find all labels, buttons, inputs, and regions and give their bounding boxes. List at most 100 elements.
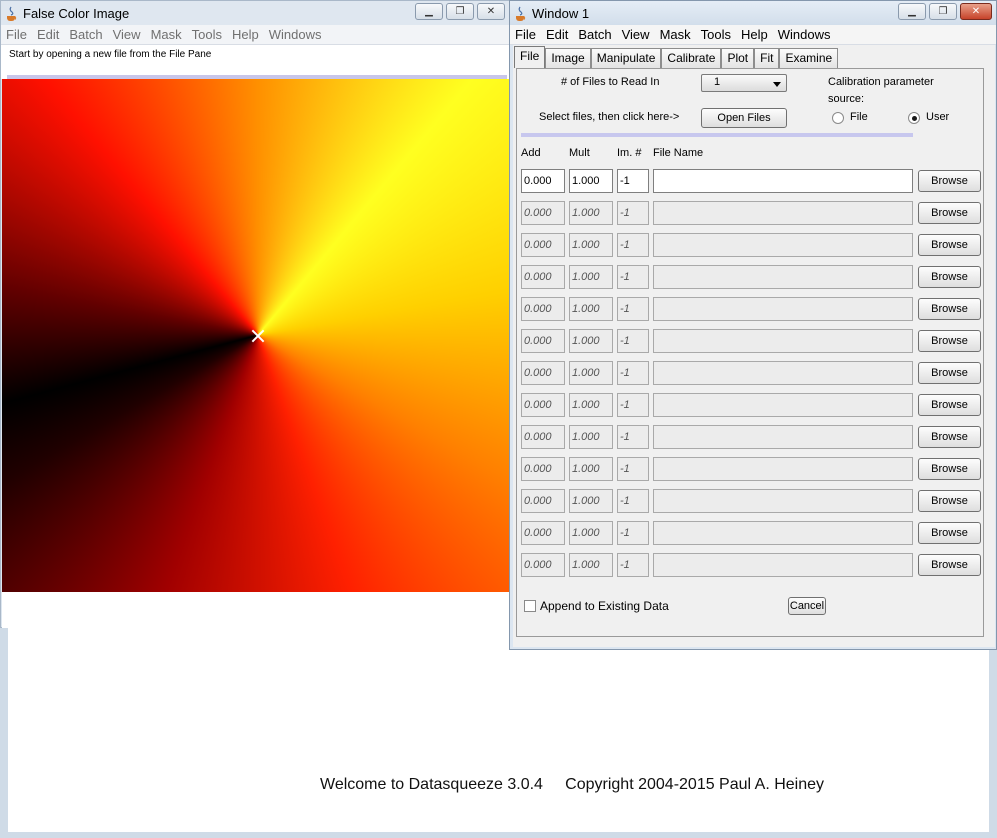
add-field[interactable]: 0.000 xyxy=(521,233,565,257)
maximize-button[interactable]: ❐ xyxy=(929,3,957,20)
open-files-button[interactable]: Open Files xyxy=(701,108,787,128)
false-color-titlebar[interactable]: False Color Image ▁ ❐ ✕ xyxy=(1,1,509,25)
image-number-field[interactable]: -1 xyxy=(617,201,649,225)
file-name-field[interactable] xyxy=(653,233,913,257)
image-number-field[interactable]: -1 xyxy=(617,265,649,289)
menu-file[interactable]: File xyxy=(1,27,32,42)
tab-file[interactable]: File xyxy=(514,46,546,68)
menu-file[interactable]: File xyxy=(510,27,541,42)
menu-batch[interactable]: Batch xyxy=(64,27,107,42)
menu-view[interactable]: View xyxy=(617,27,655,42)
mult-field[interactable]: 1.000 xyxy=(569,393,613,417)
image-number-field[interactable]: -1 xyxy=(617,297,649,321)
maximize-button[interactable]: ❐ xyxy=(446,3,474,20)
mult-field[interactable]: 1.000 xyxy=(569,521,613,545)
file-name-field[interactable] xyxy=(653,201,913,225)
image-number-field[interactable]: -1 xyxy=(617,553,649,577)
image-number-field[interactable]: -1 xyxy=(617,489,649,513)
mult-field[interactable]: 1.000 xyxy=(569,329,613,353)
radio-file[interactable] xyxy=(832,112,844,124)
file-name-field[interactable] xyxy=(653,297,913,321)
menu-windows[interactable]: Windows xyxy=(264,27,327,42)
browse-button[interactable]: Browse xyxy=(918,202,981,224)
tab-manipulate[interactable]: Manipulate xyxy=(590,48,662,68)
tab-calibrate[interactable]: Calibrate xyxy=(661,48,722,68)
menu-edit[interactable]: Edit xyxy=(541,27,573,42)
menu-help[interactable]: Help xyxy=(227,27,264,42)
close-button[interactable]: ✕ xyxy=(477,3,505,20)
menu-tools[interactable]: Tools xyxy=(696,27,736,42)
mult-field[interactable]: 1.000 xyxy=(569,233,613,257)
add-field[interactable]: 0.000 xyxy=(521,265,565,289)
menu-help[interactable]: Help xyxy=(736,27,773,42)
tab-fit[interactable]: Fit xyxy=(754,48,780,68)
minimize-button[interactable]: ▁ xyxy=(898,3,926,20)
browse-button[interactable]: Browse xyxy=(918,458,981,480)
browse-button[interactable]: Browse xyxy=(918,330,981,352)
mult-field[interactable]: 1.000 xyxy=(569,361,613,385)
minimize-button[interactable]: ▁ xyxy=(415,3,443,20)
file-name-field[interactable] xyxy=(653,361,913,385)
mult-field[interactable]: 1.000 xyxy=(569,489,613,513)
menu-view[interactable]: View xyxy=(108,27,146,42)
add-field[interactable]: 0.000 xyxy=(521,457,565,481)
browse-button[interactable]: Browse xyxy=(918,490,981,512)
menu-windows[interactable]: Windows xyxy=(773,27,836,42)
menu-mask[interactable]: Mask xyxy=(655,27,696,42)
browse-button[interactable]: Browse xyxy=(918,298,981,320)
browse-button[interactable]: Browse xyxy=(918,170,981,192)
browse-button[interactable]: Browse xyxy=(918,234,981,256)
add-field[interactable]: 0.000 xyxy=(521,329,565,353)
add-field[interactable]: 0.000 xyxy=(521,425,565,449)
browse-button[interactable]: Browse xyxy=(918,394,981,416)
image-number-field[interactable]: -1 xyxy=(617,233,649,257)
image-number-field[interactable]: -1 xyxy=(617,393,649,417)
add-field[interactable]: 0.000 xyxy=(521,393,565,417)
add-field[interactable]: 0.000 xyxy=(521,361,565,385)
add-field[interactable]: 0.000 xyxy=(521,489,565,513)
menu-mask[interactable]: Mask xyxy=(146,27,187,42)
browse-button[interactable]: Browse xyxy=(918,426,981,448)
mult-field[interactable]: 1.000 xyxy=(569,169,613,193)
image-number-field[interactable]: -1 xyxy=(617,361,649,385)
browse-button[interactable]: Browse xyxy=(918,266,981,288)
file-name-field[interactable] xyxy=(653,489,913,513)
files-to-read-select[interactable]: 1 xyxy=(701,74,787,92)
image-number-field[interactable]: -1 xyxy=(617,457,649,481)
cancel-button[interactable]: Cancel xyxy=(788,597,826,615)
tab-image[interactable]: Image xyxy=(545,48,591,68)
file-name-field[interactable] xyxy=(653,265,913,289)
mult-field[interactable]: 1.000 xyxy=(569,425,613,449)
add-field[interactable]: 0.000 xyxy=(521,169,565,193)
image-number-field[interactable]: -1 xyxy=(617,329,649,353)
mult-field[interactable]: 1.000 xyxy=(569,553,613,577)
file-name-field[interactable] xyxy=(653,169,913,193)
file-name-field[interactable] xyxy=(653,329,913,353)
file-name-field[interactable] xyxy=(653,393,913,417)
browse-button[interactable]: Browse xyxy=(918,522,981,544)
radio-user[interactable] xyxy=(908,112,920,124)
image-number-field[interactable]: -1 xyxy=(617,169,649,193)
menu-edit[interactable]: Edit xyxy=(32,27,64,42)
image-number-field[interactable]: -1 xyxy=(617,425,649,449)
file-name-field[interactable] xyxy=(653,553,913,577)
file-name-field[interactable] xyxy=(653,521,913,545)
add-field[interactable]: 0.000 xyxy=(521,297,565,321)
mult-field[interactable]: 1.000 xyxy=(569,265,613,289)
add-field[interactable]: 0.000 xyxy=(521,553,565,577)
close-button[interactable]: ✕ xyxy=(960,3,992,20)
browse-button[interactable]: Browse xyxy=(918,362,981,384)
image-number-field[interactable]: -1 xyxy=(617,521,649,545)
mult-field[interactable]: 1.000 xyxy=(569,201,613,225)
menu-tools[interactable]: Tools xyxy=(187,27,227,42)
tab-plot[interactable]: Plot xyxy=(721,48,755,68)
add-field[interactable]: 0.000 xyxy=(521,201,565,225)
append-checkbox[interactable] xyxy=(524,600,536,612)
tab-examine[interactable]: Examine xyxy=(779,48,839,68)
browse-button[interactable]: Browse xyxy=(918,554,981,576)
mult-field[interactable]: 1.000 xyxy=(569,457,613,481)
window1-titlebar[interactable]: Window 1 ▁ ❐ ✕ xyxy=(510,1,996,25)
file-name-field[interactable] xyxy=(653,457,913,481)
menu-batch[interactable]: Batch xyxy=(573,27,616,42)
file-name-field[interactable] xyxy=(653,425,913,449)
